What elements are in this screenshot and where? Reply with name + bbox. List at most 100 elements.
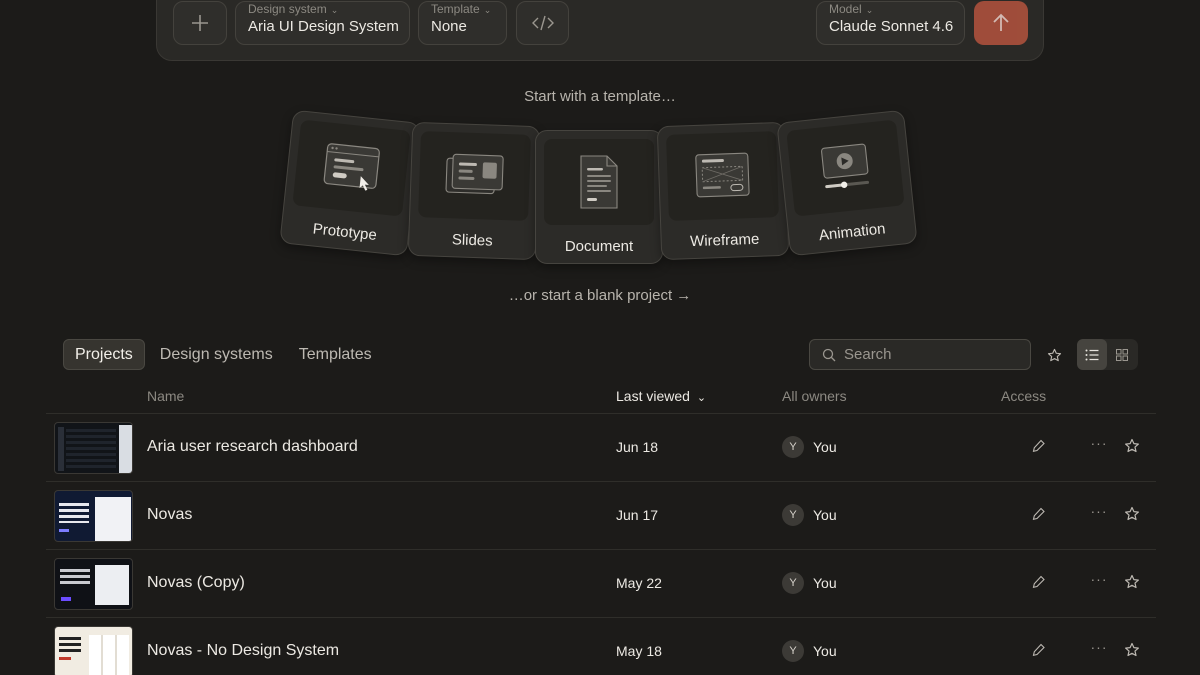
add-attachment-button[interactable]	[173, 1, 227, 45]
template-card-animation[interactable]: Animation	[776, 109, 918, 257]
project-tabs: Projects Design systems Templates	[63, 339, 383, 370]
owner-name: You	[813, 575, 837, 591]
design-system-select[interactable]: Design system ⌄ Aria UI Design System	[235, 1, 410, 45]
owner-name: You	[813, 439, 837, 455]
design-system-label-text: Design system	[248, 2, 327, 16]
thumbnail-button	[59, 529, 69, 532]
chevron-down-icon: ⌄	[696, 392, 707, 404]
table-row[interactable]: Novas Jun 17 Y You ···	[0, 482, 1200, 549]
star-icon[interactable]	[1124, 642, 1140, 658]
thumbnail-heading	[59, 637, 81, 653]
chevron-down-icon: ⌄	[483, 5, 492, 15]
template-card-wireframe[interactable]: Wireframe	[656, 121, 790, 261]
thumbnail-panel	[95, 565, 129, 605]
code-button[interactable]	[516, 1, 569, 45]
card-preview	[292, 119, 411, 217]
project-name[interactable]: Aria user research dashboard	[147, 438, 358, 456]
tab-templates[interactable]: Templates	[288, 339, 383, 370]
avatar: Y	[782, 640, 804, 662]
thumbnail-panel	[89, 635, 129, 675]
table-row[interactable]: Aria user research dashboard Jun 18 Y Yo…	[0, 414, 1200, 481]
list-view-button[interactable]	[1077, 339, 1107, 370]
last-viewed-date: Jun 17	[616, 507, 659, 523]
animation-icon	[821, 143, 870, 189]
card-preview	[786, 119, 905, 217]
owner-name: You	[813, 643, 837, 659]
thumbnail-heading	[59, 503, 89, 523]
thumbnail-table	[66, 429, 116, 469]
avatar: Y	[782, 504, 804, 526]
project-name[interactable]: Novas - No Design System	[147, 642, 339, 660]
star-icon[interactable]	[1124, 506, 1140, 522]
template-card-slides[interactable]: Slides	[407, 121, 541, 261]
model-select[interactable]: Model ⌄ Claude Sonnet 4.6	[816, 1, 965, 45]
blank-project-link[interactable]: …or start a blank project →	[0, 287, 1200, 304]
project-name[interactable]: Novas	[147, 506, 192, 524]
prompt-composer: Design system ⌄ Aria UI Design System Tem…	[156, 0, 1044, 61]
project-thumbnail	[54, 626, 133, 675]
more-options-button[interactable]: ···	[1090, 436, 1108, 454]
thumbnail-panel	[119, 425, 132, 473]
list-icon	[1085, 349, 1099, 360]
project-thumbnail	[54, 422, 133, 474]
thumbnail-panel	[95, 497, 131, 541]
card-label: Slides	[451, 231, 493, 250]
grid-icon	[1116, 348, 1128, 361]
column-access-header: Access	[1001, 388, 1047, 404]
column-last-viewed-label: Last viewed	[616, 388, 690, 404]
chevron-down-icon: ⌄	[865, 5, 874, 15]
template-value: None	[431, 18, 467, 35]
document-icon	[580, 155, 618, 209]
edit-access-icon[interactable]	[1031, 574, 1047, 590]
table-row[interactable]: Novas (Copy) May 22 Y You ···	[0, 550, 1200, 617]
edit-access-icon[interactable]	[1031, 642, 1047, 658]
star-icon	[1047, 348, 1061, 361]
card-label: Wireframe	[689, 230, 760, 251]
card-preview	[544, 139, 654, 225]
project-name[interactable]: Novas (Copy)	[147, 574, 245, 592]
table-row[interactable]: Novas - No Design System May 18 Y You ··…	[0, 618, 1200, 675]
template-card-prototype[interactable]: Prototype	[279, 109, 421, 257]
tab-projects[interactable]: Projects	[63, 339, 145, 370]
owner-name: You	[813, 507, 837, 523]
thumbnail-heading	[60, 569, 90, 585]
thumbnail-accent	[59, 657, 71, 660]
more-options-button[interactable]: ···	[1090, 504, 1108, 522]
more-options-button[interactable]: ···	[1090, 640, 1108, 658]
search-input[interactable]	[844, 346, 1014, 363]
template-select[interactable]: Template ⌄ None	[418, 1, 507, 45]
card-preview	[666, 131, 779, 221]
last-viewed-date: May 18	[616, 643, 662, 659]
template-card-document[interactable]: Document	[535, 130, 663, 264]
card-label: Animation	[818, 220, 887, 245]
column-last-viewed-header[interactable]: Last viewed ⌄	[616, 388, 706, 404]
plus-icon	[192, 15, 208, 31]
edit-access-icon[interactable]	[1031, 506, 1047, 522]
wireframe-icon	[695, 152, 750, 198]
column-name-header[interactable]: Name	[147, 388, 184, 404]
edit-access-icon[interactable]	[1031, 438, 1047, 454]
grid-view-button[interactable]	[1107, 339, 1137, 370]
star-icon[interactable]	[1124, 438, 1140, 454]
search-box	[809, 339, 1031, 370]
star-icon[interactable]	[1124, 574, 1140, 590]
view-toggle	[1077, 339, 1138, 370]
avatar: Y	[782, 572, 804, 594]
last-viewed-date: May 22	[616, 575, 662, 591]
search-icon	[822, 348, 836, 361]
card-label: Prototype	[312, 220, 378, 245]
more-options-button[interactable]: ···	[1090, 572, 1108, 590]
table-header: Name Last viewed ⌄ All owners Access	[0, 388, 1200, 408]
prototype-icon	[323, 143, 380, 191]
template-label: Template ⌄	[431, 2, 491, 16]
model-label-text: Model	[829, 2, 862, 16]
template-label-text: Template	[431, 2, 480, 16]
tab-design-systems[interactable]: Design systems	[149, 339, 284, 370]
send-button[interactable]	[974, 1, 1028, 45]
model-label: Model ⌄	[829, 2, 873, 16]
last-viewed-date: Jun 18	[616, 439, 659, 455]
column-owners-header[interactable]: All owners	[782, 388, 847, 404]
favorites-filter-button[interactable]	[1042, 343, 1066, 367]
thumbnail-button	[61, 597, 71, 601]
design-system-label: Design system ⌄	[248, 2, 338, 16]
